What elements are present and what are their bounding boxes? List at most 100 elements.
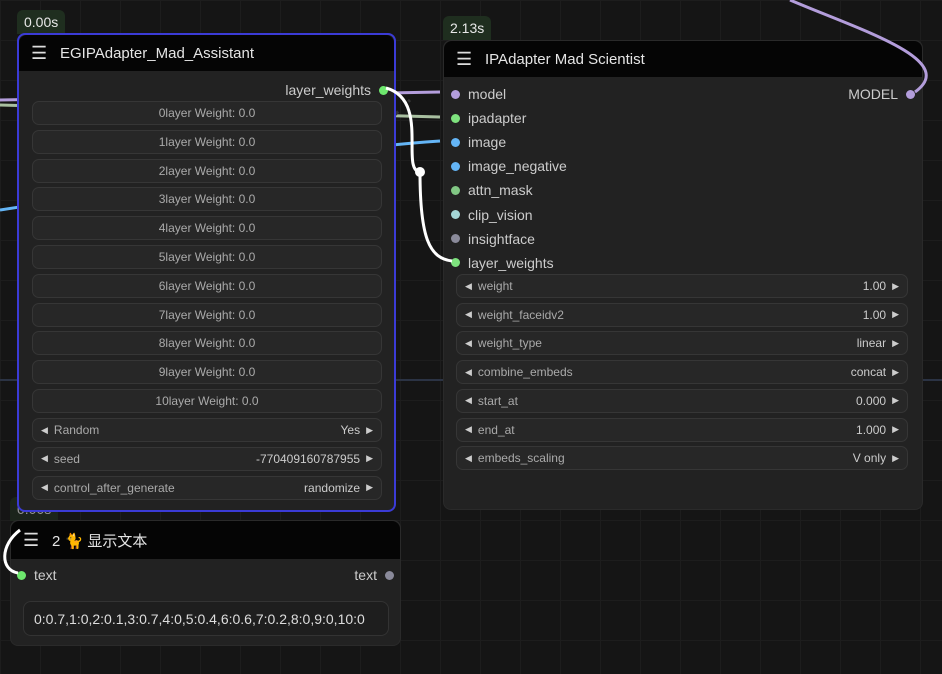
layer-weight-widget[interactable]: 6layer Weight: 0.0 [32, 273, 382, 298]
input-model[interactable]: model [451, 86, 506, 102]
node3-title-bar[interactable]: ☰ 2 🐈 显示文本 [11, 521, 400, 559]
input-dot[interactable] [451, 258, 460, 268]
input-dot[interactable] [17, 570, 26, 580]
param-widget[interactable]: ◀ weight_type linear ▶ [456, 331, 908, 356]
arrow-right-icon[interactable]: ▶ [892, 281, 899, 292]
combo-widget[interactable]: ◀ control_after_generate randomize ▶ [32, 475, 382, 500]
widget-value: 0.000 [856, 393, 887, 408]
menu-icon[interactable]: ☰ [456, 49, 472, 70]
node-egipadapter-mad-assistant[interactable]: ☰ EGIPAdapter_Mad_Assistant layer_weights… [17, 33, 396, 512]
node1-timing-badge: 0.00s [17, 10, 66, 34]
input-label: image_negative [468, 158, 567, 175]
param-widget[interactable]: ◀ end_at 1.000 ▶ [456, 417, 908, 442]
input-dot[interactable] [451, 161, 460, 171]
input-clip_vision[interactable]: clip_vision [451, 207, 533, 223]
widget-value: concat [850, 365, 887, 380]
widget-label: weight_type [477, 336, 542, 351]
param-widget[interactable]: ◀ combine_embeds concat ▶ [456, 360, 908, 385]
widget-label: Random [53, 423, 100, 437]
arrow-left-icon[interactable]: ◀ [465, 453, 472, 464]
layer-weight-widget[interactable]: 10layer Weight: 0.0 [32, 389, 382, 413]
input-dot[interactable] [451, 113, 460, 123]
input-label: layer_weights [468, 254, 554, 271]
widget-label: start_at [477, 393, 518, 408]
arrow-left-icon[interactable]: ◀ [41, 482, 48, 493]
output-layer-weights[interactable]: layer_weights [285, 82, 388, 98]
widget-value: 1.00 [862, 279, 887, 293]
widget-label: 6layer Weight: 0.0 [158, 278, 256, 293]
output-text[interactable]: text [354, 567, 394, 583]
arrow-right-icon[interactable]: ▶ [892, 338, 899, 349]
layer-weight-widget[interactable]: 0layer Weight: 0.0 [32, 101, 382, 125]
input-layer_weights[interactable]: layer_weights [451, 255, 554, 271]
node1-title-bar[interactable]: ☰ EGIPAdapter_Mad_Assistant [19, 35, 394, 71]
layer-weight-widget[interactable]: 1layer Weight: 0.0 [32, 129, 382, 154]
widget-label: 10layer Weight: 0.0 [155, 394, 259, 408]
widget-label: weight_faceidv2 [477, 307, 564, 322]
text-display-field[interactable]: 0:0.7,1:0,2:0.1,3:0.7,4:0,5:0.4,6:0.6,7:… [23, 601, 389, 636]
output-dot[interactable] [385, 570, 394, 580]
input-text[interactable]: text [17, 567, 57, 583]
arrow-left-icon[interactable]: ◀ [41, 453, 48, 464]
output-dot[interactable] [379, 85, 388, 95]
param-widget[interactable]: ◀ weight_faceidv2 1.00 ▶ [456, 302, 908, 327]
input-label: text [34, 567, 57, 583]
input-ipadapter[interactable]: ipadapter [451, 110, 526, 126]
input-dot[interactable] [451, 137, 460, 147]
arrow-left-icon[interactable]: ◀ [41, 425, 48, 436]
combo-widget[interactable]: ◀ seed -770409160787955 ▶ [32, 446, 382, 471]
input-dot[interactable] [451, 234, 460, 244]
arrow-left-icon[interactable]: ◀ [465, 281, 472, 292]
node2-title-bar[interactable]: ☰ IPAdapter Mad Scientist [444, 41, 922, 77]
arrow-left-icon[interactable]: ◀ [465, 309, 472, 320]
arrow-left-icon[interactable]: ◀ [465, 395, 472, 406]
input-dot[interactable] [451, 210, 460, 219]
layer-weight-widget[interactable]: 4layer Weight: 0.0 [32, 216, 382, 241]
widget-label: control_after_generate [53, 480, 175, 495]
widget-label: 7layer Weight: 0.0 [158, 307, 256, 322]
widget-label: combine_embeds [477, 365, 573, 380]
node-ipadapter-mad-scientist[interactable]: ☰ IPAdapter Mad Scientist MODEL model ipad… [443, 40, 923, 510]
layer-weight-widget[interactable]: 9layer Weight: 0.0 [32, 360, 382, 385]
input-attn_mask[interactable]: attn_mask [451, 182, 533, 198]
input-dot[interactable] [451, 185, 460, 195]
arrow-right-icon[interactable]: ▶ [366, 482, 373, 493]
output-dot[interactable] [906, 89, 915, 99]
node1-title: EGIPAdapter_Mad_Assistant [60, 44, 254, 62]
arrow-right-icon[interactable]: ▶ [892, 424, 899, 435]
widget-label: 1layer Weight: 0.0 [158, 134, 256, 149]
widget-value: -770409160787955 [255, 451, 361, 466]
arrow-right-icon[interactable]: ▶ [892, 367, 899, 378]
arrow-right-icon[interactable]: ▶ [892, 453, 899, 464]
layer-weight-widget[interactable]: 5layer Weight: 0.0 [32, 245, 382, 269]
arrow-right-icon[interactable]: ▶ [892, 395, 899, 406]
widget-label: 9layer Weight: 0.0 [158, 365, 256, 380]
param-widget[interactable]: ◀ embeds_scaling V only ▶ [456, 446, 908, 471]
input-image[interactable]: image [451, 134, 506, 150]
node2-timing-badge: 2.13s [443, 16, 492, 40]
node-show-text[interactable]: ☰ 2 🐈 显示文本 text text 0:0.7,1:0,2:0.1,3:0.… [10, 520, 401, 646]
param-widget[interactable]: ◀ weight 1.00 ▶ [456, 274, 908, 298]
arrow-right-icon[interactable]: ▶ [366, 425, 373, 436]
layer-weight-widget[interactable]: 7layer Weight: 0.0 [32, 302, 382, 327]
widget-label: embeds_scaling [477, 451, 565, 466]
combo-widget[interactable]: ◀ Random Yes ▶ [32, 418, 382, 442]
layer-weight-widget[interactable]: 3layer Weight: 0.0 [32, 187, 382, 212]
output-label: text [354, 567, 377, 583]
arrow-left-icon[interactable]: ◀ [465, 338, 472, 349]
widget-value: randomize [304, 480, 361, 495]
menu-icon[interactable]: ☰ [31, 43, 47, 64]
param-widget[interactable]: ◀ start_at 0.000 ▶ [456, 388, 908, 413]
input-insightface[interactable]: insightface [451, 231, 535, 247]
output-model[interactable]: MODEL [848, 86, 915, 102]
layer-weight-widget[interactable]: 8layer Weight: 0.0 [32, 331, 382, 356]
input-image_negative[interactable]: image_negative [451, 158, 567, 174]
arrow-right-icon[interactable]: ▶ [366, 453, 373, 464]
menu-icon[interactable]: ☰ [23, 530, 39, 551]
arrow-left-icon[interactable]: ◀ [465, 367, 472, 378]
layer-weight-widget[interactable]: 2layer Weight: 0.0 [32, 158, 382, 183]
input-dot[interactable] [451, 89, 460, 99]
widget-value: 1.00 [862, 307, 887, 322]
arrow-left-icon[interactable]: ◀ [465, 424, 472, 435]
arrow-right-icon[interactable]: ▶ [892, 309, 899, 320]
